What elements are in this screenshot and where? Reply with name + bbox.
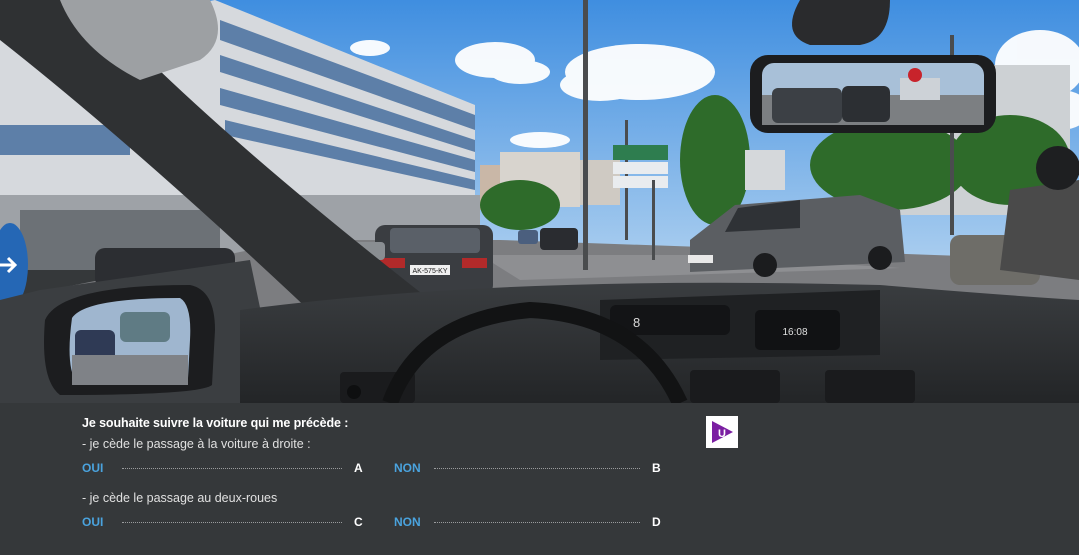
answer-d-key: D bbox=[652, 515, 661, 529]
answer-b-key: B bbox=[652, 461, 661, 475]
answer-c-button[interactable]: OUI C bbox=[82, 515, 363, 529]
speed-digit: 8 bbox=[633, 315, 640, 330]
front-car-plate: AK-575-KY bbox=[412, 268, 447, 275]
dashboard-clock: 16:08 bbox=[782, 327, 807, 338]
answer-c-key: C bbox=[354, 515, 363, 529]
question-title: Je souhaite suivre la voiture qui me pré… bbox=[82, 416, 349, 430]
answer-d-button[interactable]: NON D bbox=[394, 515, 661, 529]
answer-d-label: NON bbox=[394, 515, 421, 529]
answer-c-label: OUI bbox=[82, 515, 104, 529]
sub-question-1: - je cède le passage à la voiture à droi… bbox=[82, 437, 311, 451]
answer-a-label: OUI bbox=[82, 461, 104, 475]
answer-a-button[interactable]: OUI A bbox=[82, 461, 363, 475]
dotted-leader bbox=[122, 522, 342, 523]
answer-a-key: A bbox=[354, 461, 363, 475]
driving-scene-photo: AK-575-KY 8 16:08 bbox=[0, 0, 1079, 403]
play-logo-icon: U bbox=[706, 416, 738, 448]
sub-question-2: - je cède le passage au deux-roues bbox=[82, 491, 278, 505]
logo-letter: U bbox=[718, 428, 726, 440]
dotted-leader bbox=[122, 468, 342, 469]
answer-b-button[interactable]: NON B bbox=[394, 461, 661, 475]
answer-b-label: NON bbox=[394, 461, 421, 475]
dotted-leader bbox=[434, 522, 640, 523]
side-mirror bbox=[44, 285, 215, 395]
question-panel: Je souhaite suivre la voiture qui me pré… bbox=[0, 403, 1079, 555]
dotted-leader bbox=[434, 468, 640, 469]
